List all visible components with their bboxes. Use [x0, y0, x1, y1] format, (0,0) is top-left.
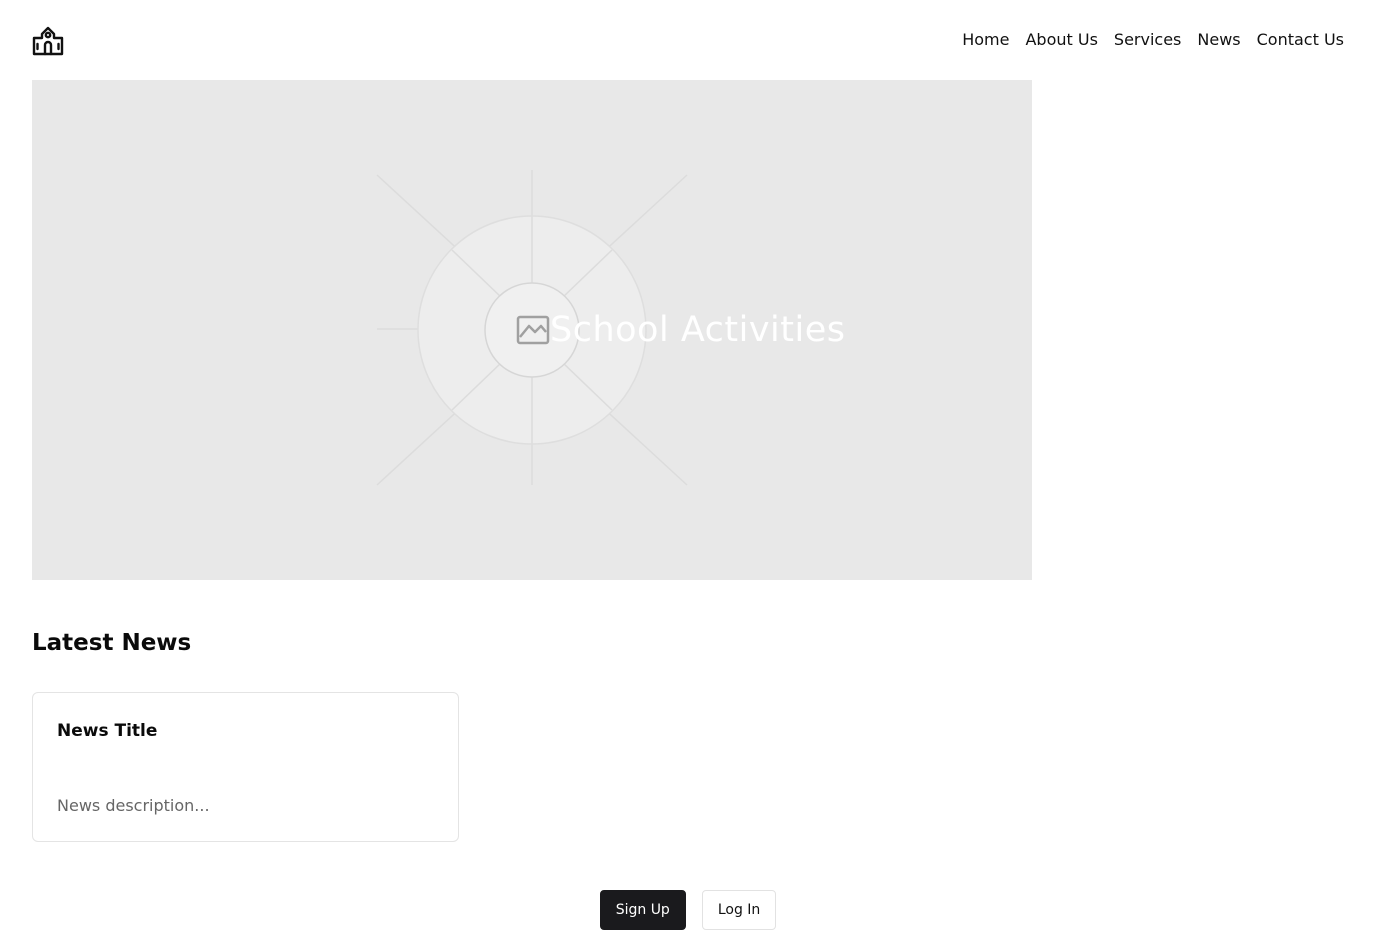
hero-title: School Activities [550, 310, 846, 350]
news-card-title: News Title [57, 721, 158, 741]
latest-news-heading: Latest News [32, 630, 192, 656]
auth-actions: Sign Up Log In [0, 890, 1376, 930]
image-placeholder [376, 170, 688, 486]
nav-contact-us[interactable]: Contact Us [1257, 29, 1344, 51]
hero-banner: School Activities [32, 80, 1032, 580]
site-header: Home About Us Services News Contact Us [0, 0, 1376, 80]
nav-home[interactable]: Home [962, 29, 1009, 51]
nav-news[interactable]: News [1197, 29, 1240, 51]
school-building-icon[interactable] [32, 24, 64, 56]
main-nav: Home About Us Services News Contact Us [962, 29, 1344, 51]
news-card[interactable]: News Title News description... [32, 692, 459, 842]
news-card-description: News description... [57, 796, 210, 815]
log-in-button[interactable]: Log In [701, 890, 777, 930]
nav-about-us[interactable]: About Us [1025, 29, 1097, 51]
nav-services[interactable]: Services [1114, 29, 1181, 51]
sign-up-button[interactable]: Sign Up [599, 890, 686, 930]
